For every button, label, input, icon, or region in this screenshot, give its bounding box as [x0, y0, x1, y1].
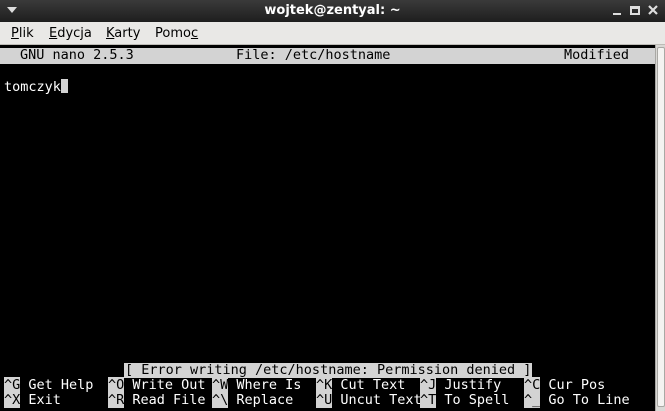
menu-plik[interactable]: Plik [11, 26, 34, 41]
shortcut-label: Exit [28, 392, 61, 408]
menu-karty-rest: arty [114, 26, 141, 41]
shortcut-key: ^X [4, 392, 21, 408]
menu-bar: Plik Edycja Karty Pomoc [0, 22, 665, 45]
shortcut-label: Get Help [28, 377, 94, 393]
shortcut-read-file[interactable]: ^R Read File [108, 392, 206, 408]
shortcut-key: ^J [420, 377, 437, 393]
shortcut-label: Uncut Text [340, 392, 422, 408]
menu-pomoc-before: Pomo [155, 26, 191, 41]
menu-edycja[interactable]: Edycja [49, 26, 92, 41]
menu-pomoc-mnemonic: c [190, 26, 199, 41]
shortcut-key: ^G [4, 377, 21, 393]
shortcut-key: ^U [316, 392, 333, 408]
window-title: wojtek@zentyal: ~ [264, 3, 401, 18]
shortcut-key: ^K [316, 377, 333, 393]
shortcut-key: ^R [108, 392, 125, 408]
shortcut-label: Go To Line [548, 392, 630, 408]
buffer-text: tomczyk [4, 79, 61, 95]
shortcut-label: Justify [444, 377, 502, 393]
shortcut-label: Where Is [236, 377, 302, 393]
shortcut-write-out[interactable]: ^O Write Out [108, 377, 206, 393]
shortcut-justify[interactable]: ^J Justify [420, 377, 502, 393]
nano-version: GNU nano 2.5.3 [20, 47, 134, 63]
shortcut-key: ^T [420, 392, 437, 408]
shortcut-key: ^O [108, 377, 125, 393]
shortcut-label: Cur Pos [548, 377, 606, 393]
shortcut-label: To Spell [444, 392, 510, 408]
buffer-line[interactable]: tomczyk [4, 79, 68, 95]
close-icon[interactable] [645, 3, 661, 19]
menu-edycja-mnemonic: E [49, 26, 58, 41]
menu-karty[interactable]: Karty [106, 26, 140, 41]
scrollbar-thumb[interactable] [657, 47, 665, 407]
menu-pomoc[interactable]: Pomoc [155, 26, 198, 41]
shortcut-cut-text[interactable]: ^K Cut Text [316, 377, 406, 393]
shortcut-where-is[interactable]: ^W Where Is [212, 377, 302, 393]
menu-edycja-rest: dycja [57, 26, 92, 41]
terminal-area[interactable]: GNU nano 2.5.3 File: /etc/hostname Modif… [0, 45, 655, 411]
shortcut-key: ^\ [212, 392, 229, 408]
shortcut-key: ^_ [524, 392, 541, 408]
shortcut-label: Write Out [132, 377, 206, 393]
shortcut-label: Cut Text [340, 377, 406, 393]
shortcut-label: Read File [132, 392, 206, 408]
shortcut-get-help[interactable]: ^G Get Help [4, 377, 94, 393]
minimize-icon[interactable] [609, 3, 625, 19]
shortcut-go-to-line[interactable]: ^_ Go To Line [524, 392, 630, 408]
nano-filename: File: /etc/hostname [236, 47, 391, 63]
shortcut-label: Replace [236, 392, 294, 408]
maximize-icon[interactable] [627, 3, 643, 19]
menu-plik-mnemonic: P [11, 26, 19, 41]
shortcut-to-spell[interactable]: ^T To Spell [420, 392, 510, 408]
shortcut-uncut-text[interactable]: ^U Uncut Text [316, 392, 422, 408]
shortcut-key: ^C [524, 377, 541, 393]
window-titlebar[interactable]: wojtek@zentyal: ~ [0, 0, 665, 22]
text-cursor [60, 79, 68, 93]
shortcut-cur-pos[interactable]: ^C Cur Pos [524, 377, 606, 393]
shortcut-key: ^W [212, 377, 229, 393]
vertical-scrollbar[interactable] [655, 45, 665, 411]
nano-modified-status: Modified [564, 47, 630, 63]
error-status-message: [ Error writing /etc/hostname: Permissio… [124, 362, 533, 378]
shortcut-exit[interactable]: ^X Exit [4, 392, 61, 408]
menu-plik-rest: lik [18, 26, 34, 41]
nano-header: GNU nano 2.5.3 File: /etc/hostname Modif… [0, 48, 655, 64]
shortcut-replace[interactable]: ^\ Replace [212, 392, 294, 408]
